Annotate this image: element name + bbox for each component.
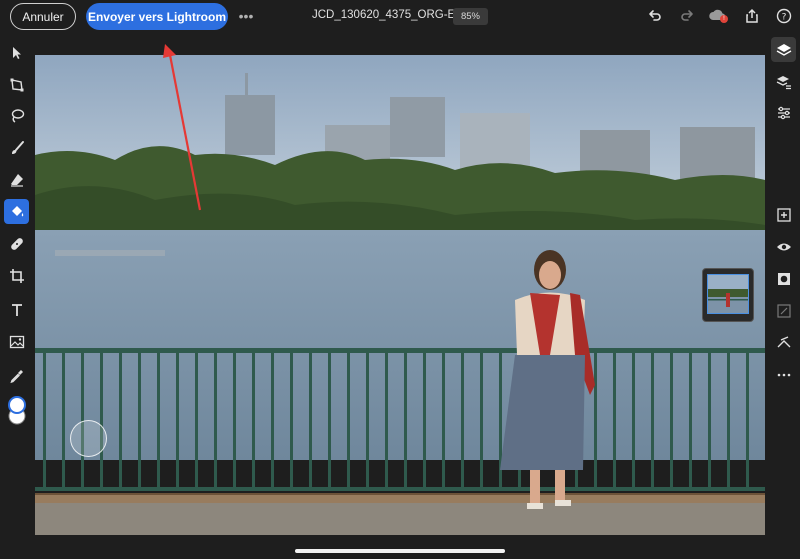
fence-post <box>461 351 464 491</box>
paint-bucket-icon <box>11 205 23 216</box>
image-tool-button[interactable] <box>4 329 29 354</box>
layer-properties-button[interactable] <box>771 69 796 94</box>
color-swatch-button[interactable] <box>4 393 29 429</box>
plus-square-icon <box>776 207 791 222</box>
fence-post <box>290 351 293 491</box>
fence-post <box>423 351 426 491</box>
touch-shortcut-button[interactable] <box>70 420 107 457</box>
eraser-tool-button[interactable] <box>4 167 29 192</box>
fill-tool-button[interactable] <box>4 199 29 224</box>
move-tool-button[interactable] <box>4 40 29 65</box>
more-panel-button[interactable] <box>771 362 796 387</box>
eyedropper-tool-button[interactable] <box>4 363 29 388</box>
fence-post <box>233 351 236 491</box>
fence-post <box>670 351 673 491</box>
fence-post <box>689 351 692 491</box>
document-canvas[interactable] <box>35 55 765 535</box>
share-icon[interactable] <box>742 6 762 26</box>
top-bar: Annuler Envoyer vers Lightroom ••• JCD_1… <box>0 0 800 33</box>
brush-tool-button[interactable] <box>4 135 29 160</box>
svg-text:?: ? <box>782 13 787 23</box>
eraser-icon <box>10 173 23 187</box>
fence-post <box>328 351 331 491</box>
fence-post <box>157 351 160 491</box>
text-icon <box>11 303 22 316</box>
fence-post <box>271 351 274 491</box>
type-tool-button[interactable] <box>4 297 29 322</box>
fence-post <box>119 351 122 491</box>
add-layer-button[interactable] <box>771 202 796 227</box>
fill-layer-button[interactable] <box>771 298 796 323</box>
fence-post <box>480 351 483 491</box>
lasso-tool-button[interactable] <box>4 103 29 128</box>
fence-post <box>309 351 312 491</box>
crop-icon <box>9 268 24 283</box>
left-toolbar <box>0 33 33 559</box>
adjustments-button[interactable] <box>771 100 796 125</box>
visibility-button[interactable] <box>771 234 796 259</box>
fence-post <box>746 351 749 491</box>
mask-icon <box>777 272 790 285</box>
zoom-level[interactable]: 85% <box>453 8 488 25</box>
brush-icon <box>11 140 24 154</box>
help-icon[interactable]: ? <box>774 6 794 26</box>
crop-tool-button[interactable] <box>4 263 29 288</box>
lasso-icon <box>11 108 24 123</box>
more-icon <box>777 373 790 376</box>
eye-icon <box>776 243 791 250</box>
cancel-button[interactable]: Annuler <box>10 3 76 30</box>
clip-icon <box>777 335 790 347</box>
send-to-lightroom-button[interactable]: Envoyer vers Lightroom <box>86 3 228 30</box>
fence-post <box>347 351 350 491</box>
fence-post <box>214 351 217 491</box>
transform-tool-button[interactable] <box>4 72 29 97</box>
layer-thumbnail[interactable] <box>702 268 754 322</box>
fence-post <box>727 351 730 491</box>
transform-icon <box>10 78 23 91</box>
eyedropper-icon <box>9 369 23 383</box>
layers-button[interactable] <box>771 37 796 62</box>
layer-properties-icon <box>776 75 791 89</box>
fence-post <box>176 351 179 491</box>
healing-tool-button[interactable] <box>4 231 29 256</box>
arrow-pointer-icon <box>12 46 21 59</box>
home-indicator <box>295 549 505 553</box>
image-icon <box>9 335 24 348</box>
fence-post <box>252 351 255 491</box>
fence-post <box>651 351 654 491</box>
fence-post <box>442 351 445 491</box>
redo-icon[interactable] <box>677 6 697 26</box>
fence-post <box>708 351 711 491</box>
document-title: JCD_130620_4375_ORG-Edit <box>312 9 468 21</box>
sliders-icon <box>777 106 790 119</box>
fence-post <box>613 351 616 491</box>
fence-post <box>594 351 597 491</box>
undo-icon[interactable] <box>645 6 665 26</box>
fence-post <box>385 351 388 491</box>
fence-post <box>632 351 635 491</box>
fence-post <box>43 351 46 491</box>
fence-post <box>195 351 198 491</box>
right-toolbar <box>767 33 800 559</box>
fence-post <box>62 351 65 491</box>
cloud-alert-badge: ! <box>720 15 728 23</box>
bandage-icon <box>10 237 23 250</box>
mask-button[interactable] <box>771 266 796 291</box>
layer-thumbnail-image <box>707 274 749 314</box>
layers-icon <box>776 43 791 56</box>
clip-button[interactable] <box>771 330 796 355</box>
more-options-icon[interactable]: ••• <box>238 8 254 24</box>
fence-post <box>404 351 407 491</box>
photo-image <box>35 55 765 535</box>
fence-post <box>366 351 369 491</box>
fence-post <box>138 351 141 491</box>
fence-post <box>100 351 103 491</box>
color-swatch-icon <box>7 396 26 425</box>
fill-layer-icon <box>776 303 791 318</box>
